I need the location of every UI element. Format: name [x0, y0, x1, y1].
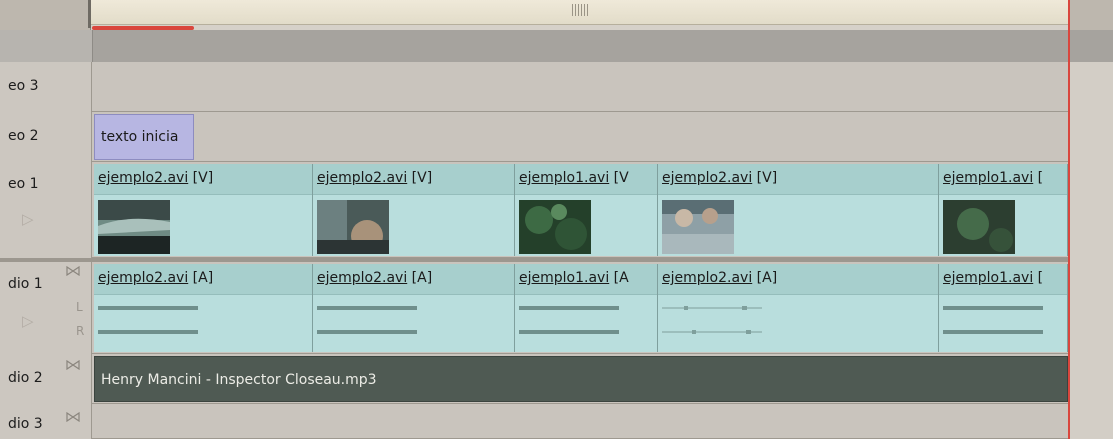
- clip-tag: [: [1037, 270, 1044, 286]
- title-clip[interactable]: texto inicia: [94, 114, 194, 160]
- video-clip[interactable]: ejemplo2.avi [V]: [94, 164, 313, 256]
- thumbnail-image: [943, 200, 1015, 254]
- gray-band-header: [0, 30, 93, 62]
- ruler-end: [1070, 0, 1113, 30]
- clip-file: ejemplo1.avi: [943, 170, 1034, 186]
- scroll-grip-icon[interactable]: [572, 4, 588, 16]
- sync-lock-icon[interactable]: [66, 360, 80, 370]
- track-label: dio 2: [8, 370, 43, 386]
- clip-tag: [A]: [411, 270, 433, 286]
- track-video-3[interactable]: [0, 62, 1113, 112]
- video-clip[interactable]: ejemplo2.avi [V]: [313, 164, 515, 256]
- video-clip[interactable]: ejemplo1.avi [: [939, 164, 1068, 256]
- clip-file: ejemplo2.avi: [317, 170, 408, 186]
- ruler-start-marker: [88, 0, 91, 28]
- thumbnail-image: [662, 200, 734, 254]
- waveform-right: [943, 330, 1043, 334]
- waveform-right: [98, 330, 198, 334]
- clip-tag: [A: [613, 270, 629, 286]
- track-label: dio 3: [8, 416, 43, 432]
- waveform-left: [519, 306, 619, 310]
- track-label: dio 1: [8, 276, 43, 292]
- ruler-corner: [0, 0, 91, 30]
- waveform-left: [662, 306, 762, 310]
- waveform-left: [98, 306, 198, 310]
- clip-file: ejemplo2.avi: [662, 170, 753, 186]
- track-header-audio-1[interactable]: dio 1 ▷ L R: [0, 262, 92, 354]
- clip-tag: [A]: [192, 270, 214, 286]
- waveform-right: [317, 330, 417, 334]
- waveform-right: [662, 330, 762, 334]
- waveform-left: [943, 306, 1043, 310]
- thumbnail-image: [317, 200, 389, 254]
- clip-file: ejemplo1.avi: [519, 170, 610, 186]
- clip-file: ejemplo1.avi: [519, 270, 610, 286]
- track-header-video-2[interactable]: eo 2: [0, 112, 92, 162]
- music-clip[interactable]: Henry Mancini - Inspector Closeau.mp3: [94, 356, 1068, 402]
- clip-tag: [V]: [411, 170, 433, 186]
- waveform-right: [519, 330, 619, 334]
- track-header-audio-2[interactable]: dio 2: [0, 354, 92, 404]
- clip-tag: [V: [613, 170, 629, 186]
- track-header-video-1[interactable]: eo 1 ▷: [0, 162, 92, 258]
- audio-clip[interactable]: ejemplo1.avi [A: [515, 264, 658, 352]
- clip-tag: [V]: [756, 170, 778, 186]
- clip-name: Henry Mancini - Inspector Closeau.mp3: [101, 372, 377, 388]
- clip-tag: [: [1037, 170, 1044, 186]
- audio-clip[interactable]: ejemplo2.avi [A]: [313, 264, 515, 352]
- audio-clip[interactable]: ejemplo2.avi [A]: [658, 264, 939, 352]
- channel-right-label: R: [76, 324, 85, 338]
- audio-clip[interactable]: ejemplo1.avi [: [939, 264, 1068, 352]
- track-label: eo 2: [8, 128, 39, 144]
- play-triangle-icon[interactable]: ▷: [22, 210, 34, 228]
- sync-lock-icon[interactable]: [66, 412, 80, 422]
- audio-clip[interactable]: ejemplo2.avi [A]: [94, 264, 313, 352]
- track-label: eo 1: [8, 176, 39, 192]
- channel-left-label: L: [76, 300, 83, 314]
- play-triangle-icon[interactable]: ▷: [22, 312, 34, 330]
- track-audio-3[interactable]: [0, 404, 1113, 439]
- video-clip[interactable]: ejemplo1.avi [V: [515, 164, 658, 256]
- waveform-left: [317, 306, 417, 310]
- clip-file: ejemplo2.avi: [98, 170, 189, 186]
- clip-file: ejemplo2.avi: [317, 270, 408, 286]
- track-header-video-3[interactable]: eo 3: [0, 62, 92, 112]
- clip-file: ejemplo2.avi: [98, 270, 189, 286]
- clip-tag: [V]: [192, 170, 214, 186]
- thumbnail-image: [98, 200, 170, 254]
- timeline-right-area: [1070, 62, 1113, 439]
- clip-tag: [A]: [756, 270, 778, 286]
- gray-band: [0, 30, 1113, 63]
- clip-name: texto inicia: [101, 129, 179, 145]
- sync-lock-icon[interactable]: [66, 266, 80, 276]
- clip-file: ejemplo1.avi: [943, 270, 1034, 286]
- thumbnail-image: [519, 200, 591, 254]
- track-label: eo 3: [8, 78, 39, 94]
- end-marker-line[interactable]: [1068, 0, 1070, 439]
- video-clip[interactable]: ejemplo2.avi [V]: [658, 164, 939, 256]
- track-header-audio-3[interactable]: dio 3: [0, 404, 92, 439]
- clip-file: ejemplo2.avi: [662, 270, 753, 286]
